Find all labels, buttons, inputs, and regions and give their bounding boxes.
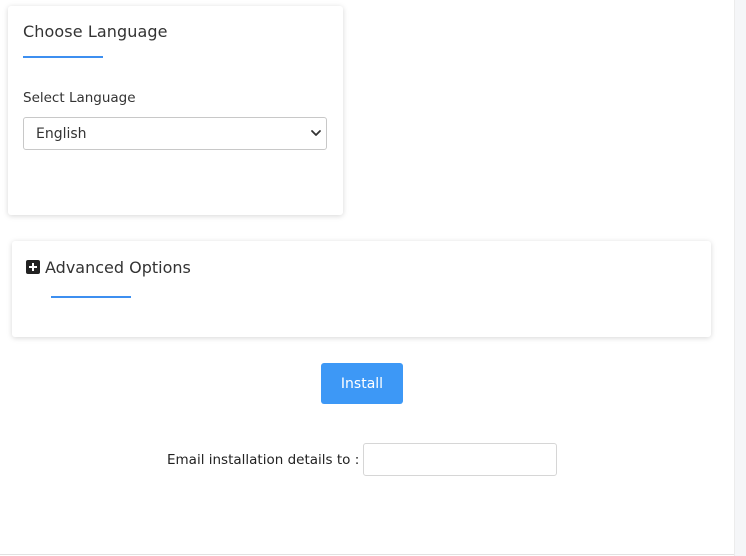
chevron-down-icon [311,130,321,136]
select-language-label: Select Language [23,90,136,106]
title-underline [23,56,103,58]
installer-page: Choose Language Select Language English … [0,0,734,555]
choose-language-title: Choose Language [23,22,168,41]
advanced-options-toggle[interactable]: Advanced Options [45,258,191,277]
install-button[interactable]: Install [321,363,403,404]
title-underline [51,296,131,298]
right-gutter [734,0,746,556]
choose-language-card: Choose Language Select Language English [8,6,343,215]
email-details-label: Email installation details to : [167,452,360,468]
language-select[interactable]: English [23,117,327,150]
advanced-options-card: Advanced Options [12,241,711,337]
plus-square-icon[interactable] [26,260,40,274]
language-select-value: English [36,126,87,142]
email-input[interactable] [363,443,557,476]
